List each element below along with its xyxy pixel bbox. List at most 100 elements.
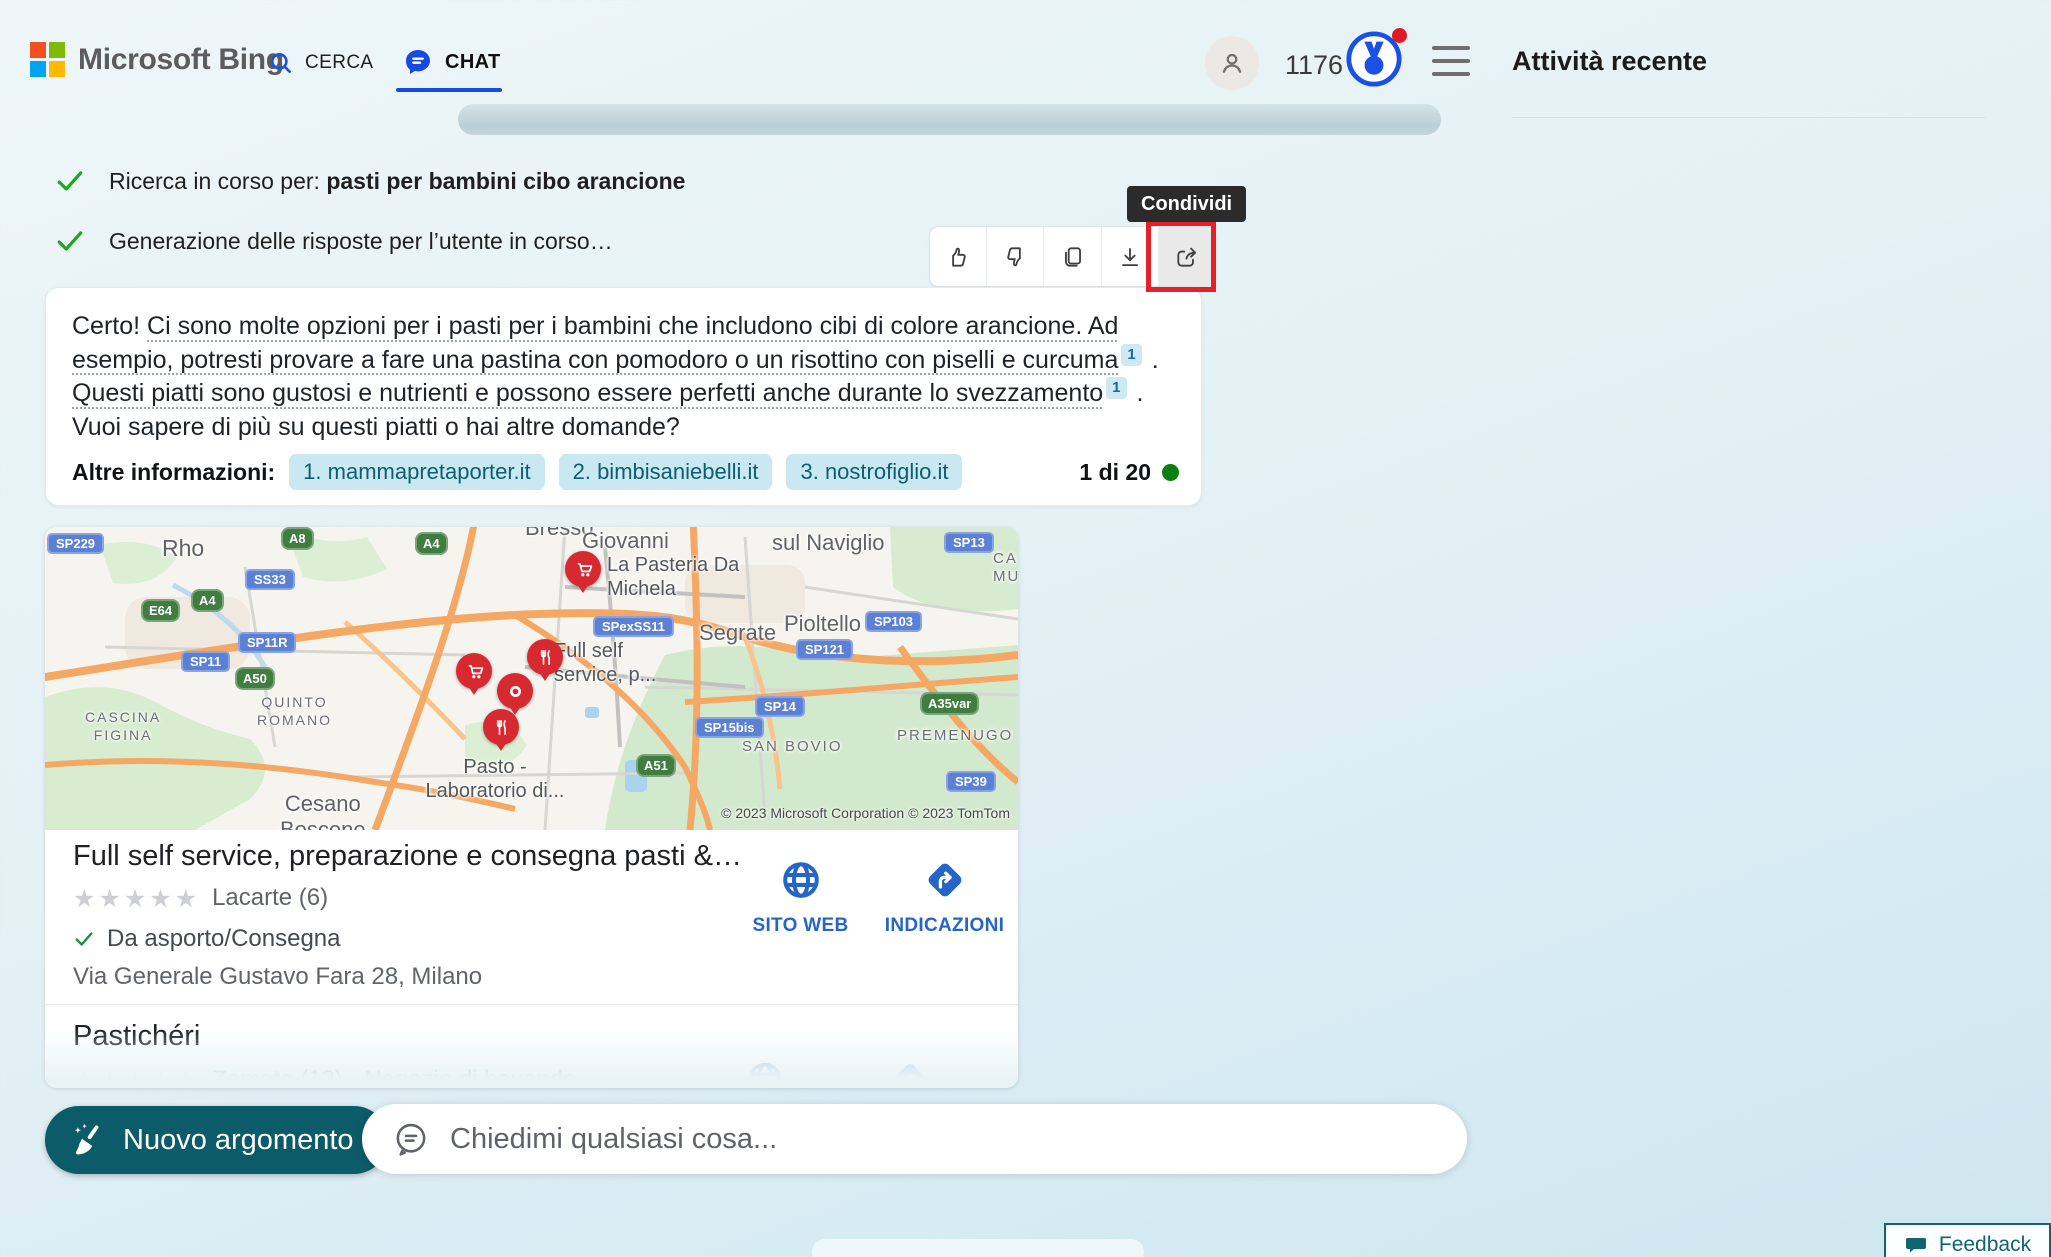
source-link-3[interactable]: 3. nostrofiglio.it: [786, 454, 962, 490]
tab-chat-label: CHAT: [445, 51, 501, 74]
map-label-mu: MU: [993, 568, 1018, 586]
share-tooltip: Condividi: [1127, 186, 1246, 222]
road-badge-sp11r: SP11R: [238, 632, 296, 653]
citation-text-1[interactable]: Ci sono molte opzioni per i pasti per i …: [72, 312, 1118, 374]
download-button[interactable]: [1101, 227, 1158, 286]
place-result-1[interactable]: Full self service, preparazione e conseg…: [45, 830, 1018, 1004]
map-label-pioltello: Pioltello: [784, 611, 861, 637]
website-button[interactable]: [745, 1059, 785, 1088]
map-pin-shop[interactable]: [565, 551, 601, 587]
map-pin-restaurant[interactable]: [483, 709, 519, 745]
website-button[interactable]: SITO WEB: [733, 858, 868, 937]
globe-icon: [745, 1059, 785, 1088]
road-badge-ss33: SS33: [245, 569, 295, 590]
citation-badge-1[interactable]: 1: [1121, 344, 1141, 366]
citation-badge-2[interactable]: 1: [1106, 377, 1126, 399]
feedback-bubble-icon: [1904, 1233, 1928, 1257]
citation-text-2[interactable]: Questi piatti sono gustosi e nutrienti e…: [72, 379, 1103, 407]
rating-source: Zomato (12) · Negozio di bevande: [212, 1066, 576, 1088]
sidebar-divider: [1512, 117, 1985, 118]
sidebar-title: Attività recente: [1512, 46, 1707, 77]
notification-dot: [1392, 28, 1407, 43]
road-badge-sp15bis: SP15bis: [695, 717, 764, 738]
map-label-pasto-line2: Laboratorio di...: [415, 779, 575, 803]
map-label-quinto-line2: ROMANO: [257, 711, 332, 729]
road-badge-sp103: SP103: [865, 611, 922, 632]
road-badge-sp14: SP14: [755, 696, 805, 717]
map-label-fullself-line2: service, p...: [554, 663, 656, 687]
person-icon: [1217, 48, 1247, 78]
answer-intro: Certo!: [72, 312, 147, 340]
bottom-panel-edge: [812, 1239, 1144, 1257]
map-label-ca: CA: [993, 550, 1018, 568]
star-rating: ★★★★★: [73, 886, 200, 911]
brand-text: Microsoft Bing: [78, 43, 284, 77]
feedback-label: Feedback: [1939, 1233, 2031, 1257]
bing-logo[interactable]: Microsoft Bing: [30, 42, 284, 77]
directions-icon: [890, 1059, 930, 1088]
thumbs-down-icon: [1002, 244, 1028, 270]
directions-button[interactable]: INDICAZIONI: [877, 858, 1012, 937]
status-search-prefix: Ricerca in corso per:: [109, 168, 326, 194]
active-tab-underline: [396, 88, 502, 92]
dot-icon: [506, 682, 525, 701]
map[interactable]: Bresso Rho Giovanni sul Naviglio La Past…: [45, 527, 1018, 830]
map-pin-shop[interactable]: [456, 653, 492, 689]
source-link-1[interactable]: 1. mammapretaporter.it: [289, 454, 544, 490]
status-search: Ricerca in corso per: pasti per bambini …: [55, 166, 685, 196]
map-label-cesano-line1: Cesano: [280, 791, 366, 817]
rating-row: ★★★★★ Lacarte (6): [73, 884, 328, 912]
map-label-giovanni: Giovanni: [582, 528, 669, 554]
ask-bubble-icon: [392, 1120, 430, 1158]
website-label: SITO WEB: [753, 915, 849, 937]
thumbs-up-icon: [945, 244, 971, 270]
source-link-2[interactable]: 2. bimbisaniebelli.it: [559, 454, 773, 490]
fork-knife-icon: [536, 648, 555, 667]
directions-button[interactable]: [890, 1059, 930, 1088]
tab-search-label: CERCA: [305, 52, 374, 74]
map-label-pasteria-line2: Michela: [607, 577, 739, 601]
road-badge-a51: A51: [636, 754, 676, 777]
map-label-fullself-line1: Full self: [554, 639, 656, 663]
place-result-2[interactable]: Pastichéri ★★★★★ Zomato (12) · Negozio d…: [45, 1004, 1018, 1088]
share-button[interactable]: [1158, 227, 1215, 286]
map-label-rho: Rho: [162, 535, 204, 562]
place-address: Via Generale Gustavo Fara 28, Milano: [73, 963, 482, 991]
tab-chat[interactable]: CHAT: [402, 46, 501, 78]
search-icon: [268, 50, 294, 76]
rating-row: ★★★★★ Zomato (12) · Negozio di bevande: [73, 1066, 576, 1088]
feedback-button[interactable]: Feedback: [1884, 1223, 2051, 1257]
share-icon: [1174, 244, 1200, 270]
road-badge-a50: A50: [235, 667, 275, 690]
check-icon: [55, 226, 85, 256]
map-pin-restaurant[interactable]: [527, 639, 563, 675]
rewards-points[interactable]: 1176: [1285, 50, 1343, 81]
copy-icon: [1060, 244, 1086, 270]
road-badge-sp121: SP121: [796, 639, 853, 660]
map-label-pasteria-line1: La Pasteria Da: [607, 553, 739, 577]
previous-message-edge: [458, 104, 1441, 135]
answer-bubble: Certo! Ci sono molte opzioni per i pasti…: [45, 287, 1202, 506]
new-topic-button[interactable]: Nuovo argomento: [45, 1106, 388, 1174]
map-pin-place[interactable]: [497, 673, 533, 709]
star-rating: ★★★★★: [73, 1068, 200, 1089]
thumbs-down-button[interactable]: [986, 227, 1043, 286]
tab-search[interactable]: CERCA: [268, 50, 374, 76]
map-label-quinto-line1: QUINTO: [257, 693, 332, 711]
cart-icon: [574, 560, 593, 579]
place-title: Pastichéri: [73, 1020, 200, 1053]
places-card: Bresso Rho Giovanni sul Naviglio La Past…: [45, 527, 1018, 1088]
hamburger-menu[interactable]: [1432, 46, 1470, 76]
map-label-cesano-line2: Boscone: [280, 817, 366, 830]
chat-input-bar[interactable]: [362, 1104, 1467, 1174]
new-topic-label: Nuovo argomento: [123, 1124, 354, 1157]
check-icon: [73, 928, 95, 950]
road-badge-sp13: SP13: [944, 532, 994, 553]
globe-icon: [779, 858, 823, 902]
copy-button[interactable]: [1043, 227, 1100, 286]
chat-input[interactable]: [450, 1123, 1370, 1156]
map-label-segrate: Segrate: [699, 620, 776, 646]
fork-knife-icon: [492, 718, 511, 737]
thumbs-up-button[interactable]: [930, 227, 986, 286]
profile-avatar[interactable]: [1205, 36, 1259, 90]
